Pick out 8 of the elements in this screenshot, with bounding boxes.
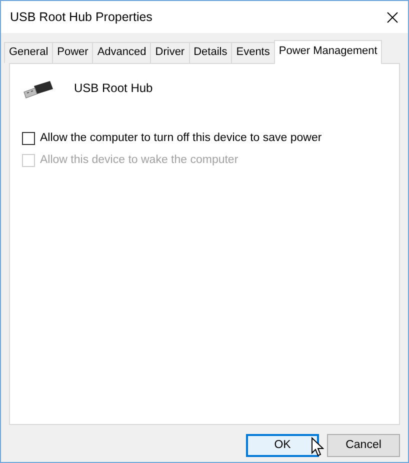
window-title: USB Root Hub Properties bbox=[10, 8, 152, 26]
tab[interactable]: General bbox=[4, 42, 54, 63]
ok-button[interactable]: OK bbox=[246, 434, 319, 457]
device-name: USB Root Hub bbox=[74, 80, 153, 97]
tab[interactable]: Power Management bbox=[274, 40, 382, 64]
checkbox-label: Allow the computer to turn off this device to save power bbox=[40, 131, 322, 146]
checkbox-label: Allow this device to wake the computer bbox=[40, 153, 238, 168]
cancel-button[interactable]: Cancel bbox=[327, 434, 400, 457]
